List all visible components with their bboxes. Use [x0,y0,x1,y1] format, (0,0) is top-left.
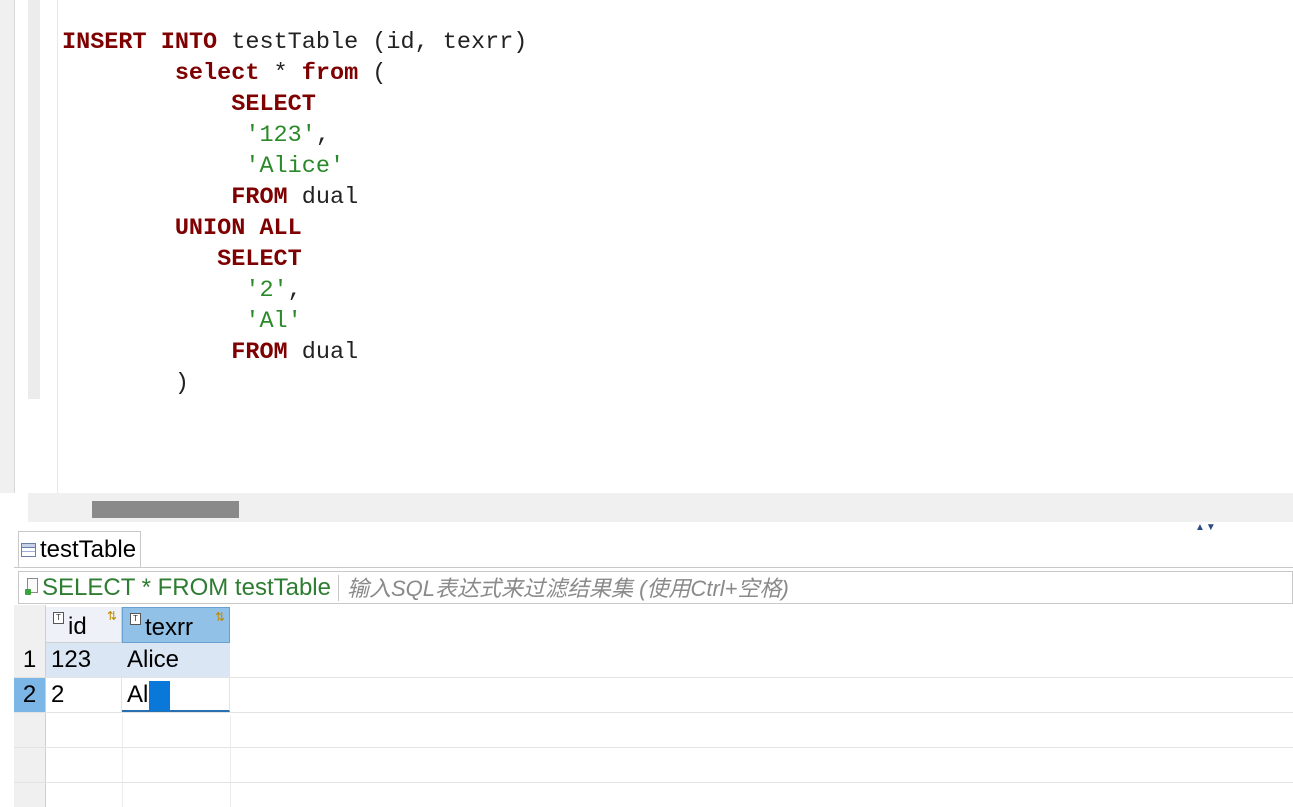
sql-text: dual [287,184,359,211]
empty-row [14,748,1293,783]
text-type-icon: T [130,613,141,625]
filter-input[interactable] [345,573,1249,604]
cell-edit-text[interactable]: Al [127,681,148,708]
text-type-icon: T [53,612,64,624]
sql-string: '123' [245,122,316,149]
tab-label: testTable [40,535,137,563]
filter-bar: SELECT * FROM testTable [18,571,1293,604]
sql-text: ) [174,370,189,397]
sql-string: 'Alice' [245,153,345,180]
code-line: '2', [62,275,302,306]
editor-horizontal-scrollbar[interactable] [28,493,1293,522]
cell-id[interactable]: 2 [46,678,122,712]
code-line: 'Alice' [62,151,344,182]
results-tabbar: testTable [14,531,1293,568]
code-line: SELECT [62,89,316,120]
sql-keyword: INTO [160,29,218,56]
sql-string: 'Al' [245,308,302,335]
filter-sql-label: SELECT * FROM testTable [42,574,331,601]
column-header-label: id [68,613,87,640]
code-line: select * from ( [62,58,387,89]
code-line: UNION ALL [62,213,302,244]
tab-testtable[interactable]: testTable [18,531,142,567]
sql-text: dual [287,339,359,366]
sql-text: * [259,60,302,87]
cell-texrr[interactable]: Alice [122,643,230,677]
sql-keyword: ALL [259,215,302,242]
scrollbar-thumb[interactable] [92,501,239,518]
code-line: ) [62,368,189,399]
sql-keyword: select [174,60,260,87]
sql-keyword: SELECT [231,91,316,118]
column-header-texrr[interactable]: T texrr ⇅ [122,607,230,643]
code-line: FROM dual [62,182,358,213]
editor-margin-line [57,0,58,493]
row-number[interactable]: 1 [14,643,45,677]
sql-text: ( [358,60,387,87]
cell-texrr-editing[interactable]: Al [122,678,230,712]
sql-text: , [315,122,330,149]
column-header-id[interactable]: T id ⇅ [46,607,122,643]
sql-keyword: INSERT [62,29,147,56]
table-icon [21,542,36,557]
sql-script-icon [25,578,38,595]
results-grid: T id ⇅ T texrr ⇅ 1 123 Alice 2 2 Al [14,605,1293,807]
code-line: 'Al' [62,306,302,337]
column-divider [122,715,123,807]
editor-gutter [28,0,40,399]
code-line: '123', [62,120,330,151]
filter-separator [338,575,339,601]
sort-icon[interactable]: ⇅ [215,611,225,623]
code-line: FROM dual [62,337,358,368]
column-divider [230,715,231,807]
sql-keyword: SELECT [217,246,302,273]
editor-left-strip [0,0,15,493]
code-line: SELECT [62,244,302,275]
sql-text: , [287,277,302,304]
table-row[interactable]: 2 2 Al [14,678,1293,713]
empty-row [14,713,1293,748]
sql-string: '2' [245,277,288,304]
sql-text: testTable (id, texrr) [217,29,528,56]
sql-keyword: from [301,60,359,87]
sql-keyword: FROM [231,339,288,366]
row-number[interactable]: 2 [14,678,45,712]
cell-id[interactable]: 123 [46,643,122,677]
sql-keyword: FROM [231,184,288,211]
text-cursor [149,680,171,711]
sort-icon[interactable]: ⇅ [107,610,117,622]
sql-keyword: UNION [174,215,246,242]
sql-editor[interactable]: INSERT INTO testTable (id, texrr) select… [0,0,1293,493]
table-row[interactable]: 1 123 Alice [14,643,1293,678]
code-line: INSERT INTO testTable (id, texrr) [62,27,527,58]
column-header-label: texrr [145,614,193,641]
